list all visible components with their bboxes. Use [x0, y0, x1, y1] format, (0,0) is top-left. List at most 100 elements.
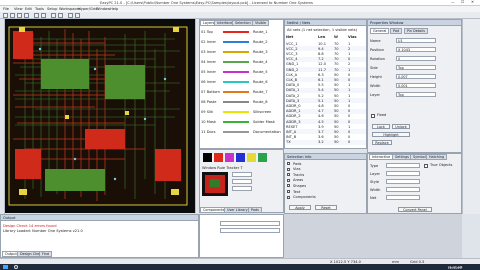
layer-color-bar[interactable] [223, 41, 249, 43]
layer-row[interactable]: 11 Docs Documentation [201, 128, 283, 137]
net-column-header[interactable]: Len [318, 35, 325, 39]
swatch-magenta[interactable] [225, 153, 234, 162]
layer-color-bar[interactable] [223, 71, 249, 73]
bottom-list-row-2[interactable] [220, 228, 280, 233]
selection-checkbox[interactable] [287, 178, 290, 182]
select-icon[interactable] [68, 13, 73, 18]
tab-settings[interactable]: Settings [392, 154, 412, 160]
fixed-checkbox[interactable] [371, 114, 375, 118]
menu-view[interactable]: View [14, 7, 23, 11]
layer-color-bar[interactable] [223, 131, 249, 133]
tab-selection[interactable]: Selection [232, 20, 254, 26]
property-value[interactable]: Top [396, 92, 436, 97]
tab-pad[interactable]: Pad [390, 28, 403, 34]
maximize-icon[interactable]: ☐ [461, 0, 464, 4]
tab-hatching[interactable]: Hatching [426, 154, 448, 160]
lock-button[interactable]: Lock [372, 124, 390, 129]
layer-row[interactable]: 07 Bottom Route_7 [201, 88, 283, 97]
layer-row[interactable]: 04 Inner Route_4 [201, 58, 283, 67]
print-icon[interactable] [24, 13, 29, 18]
tab-pads[interactable]: Pads [248, 207, 262, 213]
rb-field-value[interactable] [386, 195, 420, 200]
rb-field-value[interactable] [386, 187, 420, 192]
property-value[interactable]: 0 [396, 56, 436, 61]
selection-checkbox[interactable] [287, 195, 290, 199]
menu-setup[interactable]: Setup [47, 7, 57, 11]
rb-field-value[interactable] [386, 179, 420, 184]
close-icon[interactable]: ✕ [471, 0, 474, 4]
selection-checkbox[interactable] [287, 162, 290, 165]
pcb-canvas[interactable] [5, 19, 195, 213]
property-value[interactable]: X 1043 [396, 47, 436, 52]
preview-field-3[interactable] [232, 186, 252, 191]
minimize-icon[interactable]: — [451, 0, 455, 4]
tab-pin-details[interactable]: Pin Details [404, 28, 428, 34]
layer-color-bar[interactable] [223, 31, 249, 33]
menu-edit[interactable]: Edit [25, 7, 32, 11]
property-value[interactable]: Top [396, 65, 436, 70]
layer-row[interactable]: 02 Inner Route_2 [201, 38, 283, 47]
layer-color-bar[interactable] [223, 111, 249, 113]
tab-interactive[interactable]: Interactive [369, 154, 394, 160]
property-value[interactable]: 0.001 [396, 83, 436, 88]
swatch-yellow[interactable] [247, 153, 256, 162]
zoom-out-icon[interactable] [58, 13, 63, 18]
unlock-button[interactable]: Unlock [392, 124, 410, 129]
tab-general[interactable]: General [370, 28, 390, 34]
property-value[interactable]: 0.007 [396, 74, 436, 79]
new-icon[interactable] [3, 13, 8, 18]
net-column-header[interactable]: W [334, 35, 338, 39]
selection-checkbox[interactable] [287, 184, 290, 188]
swatch-red[interactable] [214, 153, 223, 162]
net-column-header[interactable]: Vias [348, 35, 357, 39]
layer-color-bar[interactable] [223, 61, 249, 63]
redo-icon[interactable] [41, 13, 46, 18]
menu-window[interactable]: Window [96, 7, 110, 11]
bottom-list-row-1[interactable] [220, 221, 280, 226]
layer-row[interactable]: 01 Top Route_1 [201, 28, 283, 37]
net-column-header[interactable]: Net [286, 35, 293, 39]
layer-row[interactable]: 08 Paste Route_8 [201, 98, 283, 107]
rb-field-value[interactable] [386, 171, 420, 176]
tab-user-lib[interactable]: User Library [224, 207, 251, 213]
menu-file[interactable]: File [3, 7, 9, 11]
convert-panel-button[interactable]: Convert Panel [398, 207, 432, 212]
layer-color-bar[interactable] [223, 101, 249, 103]
menu-help[interactable]: Help [110, 7, 118, 11]
reset-button[interactable]: Reset [315, 205, 337, 210]
net-row[interactable]: TX 3.2 50 0 [286, 139, 366, 145]
apply-button[interactable]: Apply [289, 205, 311, 210]
menu-tools[interactable]: Tools [35, 7, 44, 11]
selection-checkbox[interactable] [287, 173, 290, 177]
save-icon[interactable] [17, 13, 22, 18]
undo-icon[interactable] [34, 13, 39, 18]
layer-row[interactable]: 03 Inner Route_3 [201, 48, 283, 57]
zoom-in-icon[interactable] [51, 13, 56, 18]
route-icon[interactable] [75, 13, 80, 18]
search-icon[interactable] [14, 265, 18, 269]
layer-color-bar[interactable] [223, 91, 249, 93]
swatch-blue[interactable] [236, 153, 245, 162]
layer-row[interactable]: 09 Silk Silkscreen [201, 108, 283, 117]
true-objects-checkbox[interactable] [424, 164, 428, 168]
selection-checkbox[interactable] [287, 190, 290, 193]
rb-field-value[interactable] [386, 163, 420, 168]
start-icon[interactable] [3, 265, 8, 269]
layer-color-bar[interactable] [223, 121, 249, 123]
layer-color-bar[interactable] [223, 51, 249, 53]
layer-row[interactable]: 10 Mask Solder Mask [201, 118, 283, 127]
swatch-black[interactable] [203, 153, 212, 162]
layer-row[interactable]: 05 Inner Route_5 [201, 68, 283, 77]
selection-checkbox[interactable] [287, 167, 290, 171]
property-value[interactable]: U1 [396, 38, 436, 43]
replace-button[interactable]: Replace [372, 140, 392, 145]
preview-field-1[interactable] [232, 172, 252, 177]
swatch-green[interactable] [258, 153, 267, 162]
highlight-button[interactable]: Highlight [372, 132, 410, 137]
menu-hyper[interactable]: Hyper/Grid [78, 7, 98, 11]
layer-row[interactable]: 06 Inner Route_6 [201, 78, 283, 87]
layer-color-bar[interactable] [223, 81, 249, 83]
tab-visible[interactable]: Visible [252, 20, 270, 26]
preview-field-2[interactable] [232, 179, 252, 184]
tab-find[interactable]: Find [39, 251, 52, 257]
